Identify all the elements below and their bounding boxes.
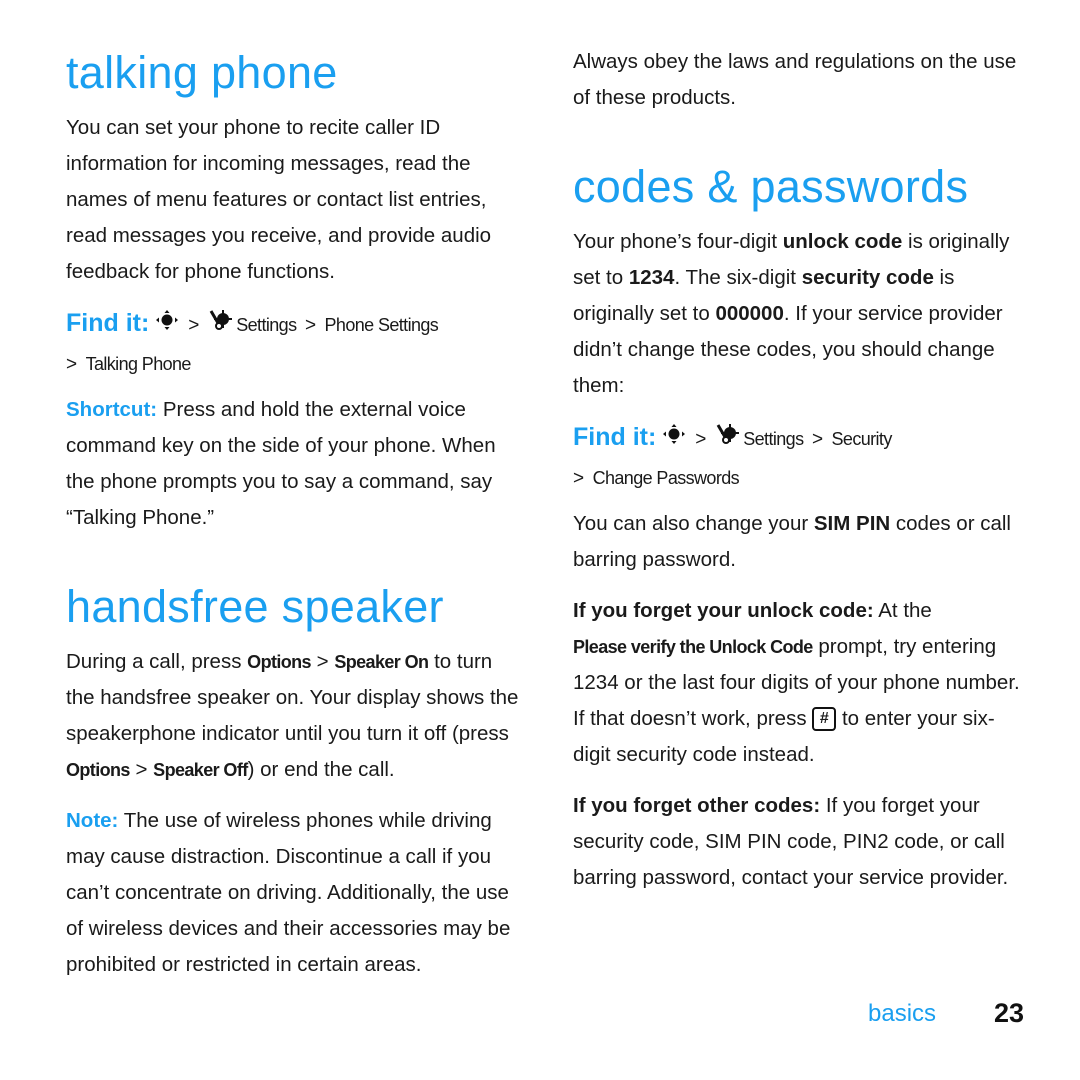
text: At the — [873, 599, 932, 622]
text: Your phone’s four-digit — [573, 230, 783, 253]
term-sim-pin: SIM PIN — [813, 512, 891, 535]
text: ) or end the call. — [247, 758, 395, 781]
shortcut-paragraph: Shortcut: Press and hold the external vo… — [66, 392, 521, 536]
settings-icon — [715, 422, 739, 460]
separator: > — [304, 315, 317, 336]
settings-icon — [208, 308, 232, 346]
text: During a call, press — [66, 650, 248, 673]
shortcut-label: Shortcut: — [66, 398, 158, 421]
forget-other-paragraph: If you forget other codes: If you forget… — [573, 788, 1028, 896]
sim-pin-paragraph: You can also change your SIM PIN codes o… — [573, 506, 1028, 578]
path-phone-settings: Phone Settings — [324, 315, 439, 335]
handsfree-body: During a call, press Options > Speaker O… — [66, 644, 521, 788]
text: You can also change your — [573, 512, 814, 535]
intro-text: Always obey the laws and regulations on … — [573, 50, 1017, 109]
forget-unlock-label: If you forget your unlock code: — [573, 599, 874, 622]
path-settings: Settings — [743, 429, 804, 449]
menu-options: Options — [247, 652, 311, 672]
menu-options: Options — [66, 760, 130, 780]
menu-speaker-on: Speaker On — [334, 652, 429, 672]
prompt-unlock-code: Please verify the Unlock Code — [573, 637, 813, 657]
separator: > — [66, 353, 78, 375]
page-number: 23 — [994, 998, 1025, 1028]
separator: > — [695, 429, 707, 450]
nav-key-icon — [661, 423, 687, 459]
pound-key-icon: # — [812, 707, 837, 731]
handsfree-heading: handsfree speaker — [66, 581, 444, 632]
separator: > — [811, 429, 824, 450]
path-talking-phone: Talking Phone — [85, 353, 192, 374]
term-security-code: security code — [801, 266, 934, 289]
path-change-passwords: Change Passwords — [592, 467, 740, 488]
note-text: The use of wireless phones while driving… — [66, 809, 511, 976]
path-settings: Settings — [236, 315, 297, 335]
talking-phone-body: You can set your phone to recite caller … — [66, 116, 492, 283]
note-paragraph: Note: The use of wireless phones while d… — [66, 803, 521, 983]
findit-label: Find it: — [66, 309, 150, 337]
findit-talking-phone: Find it: > Settings > Phone Settings > T… — [66, 305, 536, 384]
value-1234: 1234 — [628, 266, 675, 289]
menu-speaker-off: Speaker Off — [153, 760, 248, 780]
findit-security: Find it: > Settings > Security > Change … — [573, 419, 1043, 498]
footer-section-label: basics — [868, 1000, 937, 1027]
note-label: Note: — [66, 809, 119, 832]
forget-other-label: If you forget other codes: — [573, 794, 821, 817]
talking-phone-heading: talking phone — [66, 47, 338, 98]
separator: > — [188, 315, 200, 336]
term-unlock-code: unlock code — [782, 230, 903, 253]
codes-body: Your phone’s four-digit unlock code is o… — [573, 224, 1028, 404]
nav-key-icon — [154, 309, 180, 345]
text: . The six-digit — [674, 266, 802, 289]
path-security: Security — [831, 429, 893, 449]
value-000000: 000000 — [715, 302, 784, 325]
forget-unlock-paragraph: If you forget your unlock code: At the P… — [573, 593, 1028, 773]
codes-heading: codes & passwords — [573, 161, 969, 212]
findit-label: Find it: — [573, 423, 657, 451]
separator: > — [573, 467, 585, 489]
